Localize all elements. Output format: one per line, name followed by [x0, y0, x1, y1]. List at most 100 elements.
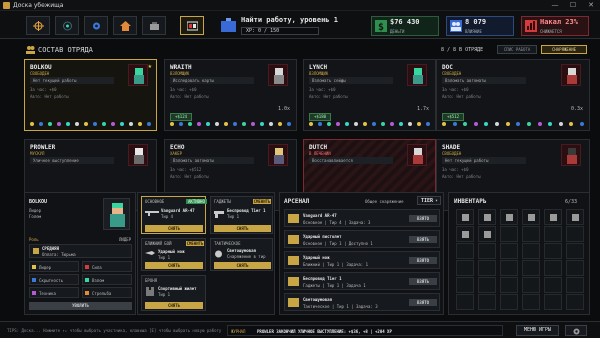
arsenal-item[interactable]: Ударный пистолет Основное | Тир 1 | Досту…: [284, 230, 440, 248]
inventory-slot[interactable]: [500, 243, 518, 259]
crew-card-bolkou[interactable]: BOLKOU СВОБОДЕН Нет текущей работы За час: …: [24, 59, 157, 131]
inventory-slot[interactable]: [566, 294, 584, 310]
inventory-slot[interactable]: [566, 209, 584, 225]
inventory-slot[interactable]: [544, 294, 562, 310]
arsenal-take-button[interactable]: ВЗЯТЬ: [409, 278, 437, 285]
crew-name: BOLKOU: [30, 64, 52, 71]
dismiss-button[interactable]: УВОЛИТЬ: [29, 302, 132, 310]
inventory-slot[interactable]: [478, 243, 496, 259]
inventory-slot[interactable]: [522, 243, 540, 259]
inventory-item-icon: [506, 214, 513, 221]
money-value: $76 430: [390, 18, 420, 26]
nav-house-button[interactable]: [113, 16, 137, 35]
tactical-slot[interactable]: ТАКТИЧЕСКОЕ Светошумовая Снаряжение в ти…: [210, 238, 273, 271]
arsenal-item[interactable]: Vanguard AR-47 Основное | Тир 4 | Задача:…: [284, 209, 440, 227]
sort-jobs-button[interactable]: СПИС РАБОТА: [497, 45, 537, 54]
inventory-slot[interactable]: [500, 226, 518, 242]
inventory-slot[interactable]: [566, 277, 584, 293]
skill-dot: [463, 122, 467, 126]
melee-slot[interactable]: БЛИЖНИЙ БОЙ СМЕНИТЬ Ударный нож Тир 1 СН…: [141, 238, 206, 271]
main-unequip-button[interactable]: СНЯТЬ: [145, 225, 203, 232]
inventory-slot[interactable]: [522, 277, 540, 293]
arsenal-take-button[interactable]: ВЗЯТО: [409, 299, 437, 306]
inventory-slot[interactable]: [478, 209, 496, 225]
melee-unequip-button[interactable]: СНЯТЬ: [145, 262, 203, 269]
inventory-slot[interactable]: [456, 277, 474, 293]
crew-card-doc[interactable]: DOC СВОБОДЕН Взломать автоматы За час: +$0 А…: [436, 59, 590, 131]
arsenal-item-meta: Основное | Тир 4 | Задача: 3: [303, 220, 371, 225]
nav-tools-button[interactable]: [142, 16, 166, 35]
main-weapon-slot[interactable]: ОСНОВНОЕ АКТИВНО Vanguard AR-47 Тир 4 СН…: [141, 196, 207, 234]
inventory-slot[interactable]: [544, 243, 562, 259]
arsenal-item-icon: [288, 277, 299, 286]
inventory-slot[interactable]: [500, 277, 518, 293]
arsenal-item[interactable]: Беспровод Tier 1 Гаджеты | Тир 1 | Задача…: [284, 272, 440, 290]
inventory-slot[interactable]: [500, 209, 518, 225]
equipment-button[interactable]: СНАРЯЖЕНИЕ: [541, 45, 587, 54]
inventory-slot[interactable]: [522, 226, 540, 242]
inventory-slot[interactable]: [478, 226, 496, 242]
armor-unequip-button[interactable]: СНЯТЬ: [145, 302, 203, 309]
inventory-slot[interactable]: [478, 277, 496, 293]
skill-dot: [215, 122, 219, 126]
melee-swap-button[interactable]: СМЕНИТЬ: [186, 241, 204, 246]
gadget-unequip-button[interactable]: СНЯТЬ: [214, 225, 271, 232]
arsenal-item[interactable]: Ударный нож Ближний | Тир 1 | Задача: 1 ВЗ…: [284, 251, 440, 269]
arsenal-take-button[interactable]: ВЗЯТО: [409, 215, 437, 222]
nav-crosshair-button[interactable]: [26, 16, 50, 35]
settings-button[interactable]: [565, 325, 587, 336]
stat-icon: [85, 265, 89, 269]
gadget-item-name: Беспровод Tier 1: [227, 208, 266, 213]
minimize-button[interactable]: —: [546, 1, 564, 10]
inventory-slot[interactable]: [522, 260, 540, 276]
inventory-slot[interactable]: [566, 260, 584, 276]
nav-board-button[interactable]: [180, 16, 204, 35]
inventory-slot[interactable]: [566, 243, 584, 259]
skill-dot: [84, 122, 88, 126]
gadget-slot[interactable]: ГАДЖЕТЫ СМЕНИТЬ Беспровод Tier 1 Тир 1 С…: [210, 196, 273, 234]
nav-radar-button[interactable]: [55, 16, 79, 35]
inventory-slot[interactable]: [500, 294, 518, 310]
inventory-slot[interactable]: [478, 294, 496, 310]
arsenal-take-button[interactable]: ВЗЯТО: [409, 257, 437, 264]
crew-name: ECHO: [170, 144, 185, 151]
inventory-slot[interactable]: [566, 226, 584, 242]
crew-card-lynch[interactable]: LYNCH ВЗЛОМЩИК Взломать сейфы За час: +$0 Ав…: [303, 59, 436, 131]
tactical-unequip-button[interactable]: СНЯТЬ: [214, 262, 271, 269]
inventory-slot[interactable]: [544, 277, 562, 293]
inventory-slot[interactable]: [544, 226, 562, 242]
inventory-slot[interactable]: [544, 260, 562, 276]
arsenal-take-button[interactable]: ВЗЯТЬ: [409, 236, 437, 243]
arsenal-item-meta: Гаджеты | Тир 1 | Задача 1: [303, 283, 366, 288]
game-menu-button[interactable]: МЕНЮ ИГРЫ: [516, 325, 559, 336]
tier-dropdown[interactable]: TIER ▾: [417, 196, 441, 205]
inventory-slot[interactable]: [456, 209, 474, 225]
inventory-slot[interactable]: [500, 260, 518, 276]
armor-slot[interactable]: БРОНЯ Спортивный жилет Тир 1 СНЯТЬ: [141, 275, 206, 311]
inventory-slot[interactable]: [522, 294, 540, 310]
inventory-slot[interactable]: [478, 260, 496, 276]
crew-card-wraith[interactable]: WRAITH ВЗЛОМЩИК Исследовать карты За час: +…: [164, 59, 297, 131]
maximize-button[interactable]: ☐: [564, 1, 582, 10]
inventory-slot[interactable]: [522, 209, 540, 225]
modifier-title: СРЕДНЯЯ: [42, 246, 59, 251]
arsenal-item[interactable]: Светошумовая Тактическое | Тир 1 | Задача…: [284, 293, 440, 311]
close-button[interactable]: ✕: [582, 1, 600, 10]
arsenal-title: АРСЕНАЛ: [284, 198, 310, 205]
nav-gear-button[interactable]: [84, 16, 108, 35]
member-detail-panel: BOLKOU Лидер Голем Роль ЛИДЕР СРЕДНЯЯ Оп…: [24, 192, 136, 315]
melee-slot-label: БЛИЖНИЙ БОЙ: [145, 241, 172, 246]
inventory-slot[interactable]: [456, 294, 474, 310]
crew-job: Нет текущей работы: [30, 77, 114, 84]
inventory-slot[interactable]: [456, 243, 474, 259]
inventory-slot[interactable]: [544, 209, 562, 225]
heat-label: СНИЖАЕТСЯ: [540, 29, 562, 34]
skill-dot: [129, 122, 133, 126]
inventory-slot[interactable]: [456, 260, 474, 276]
crew-auto: Авто: Нет работы: [442, 174, 481, 179]
stat-label: Стрельба: [92, 291, 112, 296]
crew-skill-dots: [170, 122, 293, 126]
inventory-slot[interactable]: [456, 226, 474, 242]
people-icon: [450, 20, 462, 32]
gadget-swap-button[interactable]: СМЕНИТЬ: [253, 199, 271, 204]
